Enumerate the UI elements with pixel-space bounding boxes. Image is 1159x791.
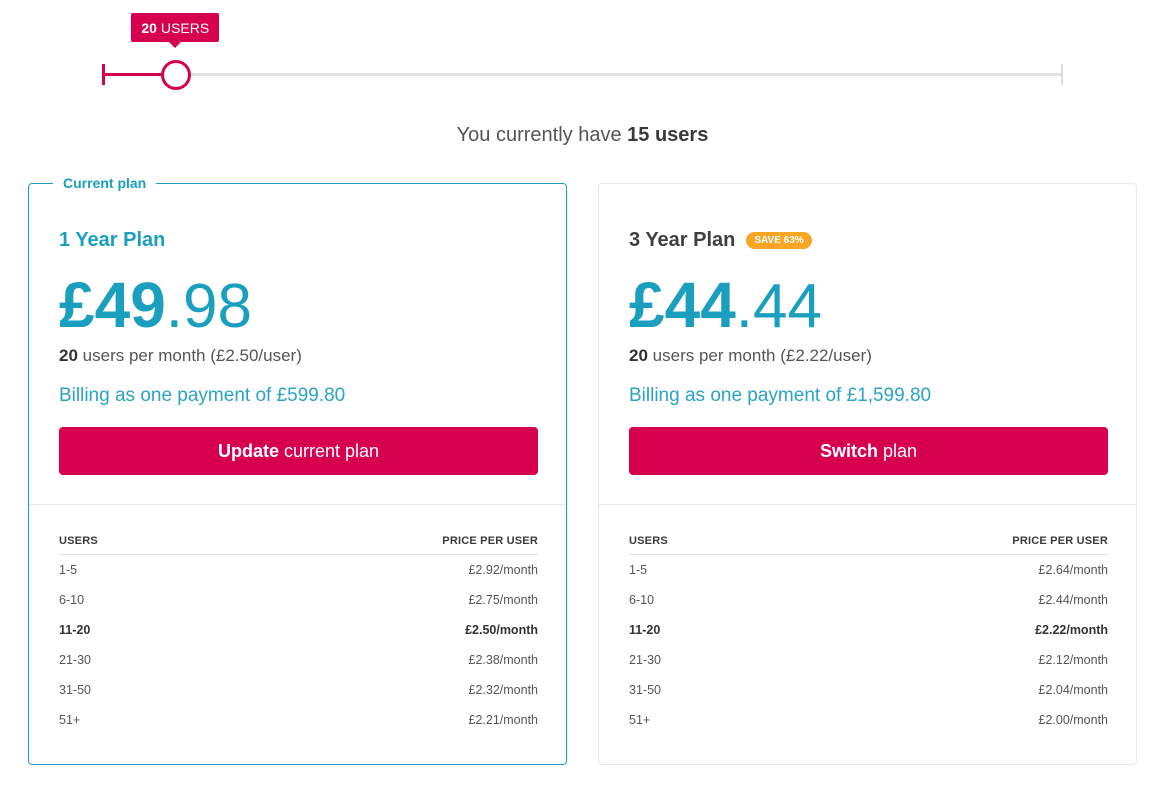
price-cents: 44 — [753, 272, 822, 341]
switch-plan-button[interactable]: Switch plan — [629, 427, 1108, 475]
users-count: 20 — [629, 346, 648, 365]
slider-value-tooltip: 20 USERS — [131, 13, 220, 48]
plan-card-1-year: Current plan 1 Year Plan £49.98 20 users… — [28, 174, 567, 765]
table-row: 21-30 £2.38/month — [59, 645, 538, 675]
tiers-header-price: PRICE PER USER — [1012, 535, 1108, 547]
tier-range: 21-30 — [59, 653, 91, 667]
tier-range: 21-30 — [629, 653, 661, 667]
current-users-text: You currently have 15 users — [0, 124, 1159, 147]
tier-price: £2.50/month — [465, 623, 538, 637]
save-badge: SAVE 63% — [746, 232, 812, 249]
tiers-header-users: USERS — [629, 535, 668, 547]
table-row: 51+ £2.00/month — [629, 705, 1108, 735]
plan-header: 3 Year Plan SAVE 63% — [629, 229, 812, 252]
billing-text: Billing as one payment of £599.80 — [59, 385, 346, 406]
tier-price: £2.32/month — [468, 683, 539, 697]
tier-price: £2.21/month — [468, 713, 539, 727]
table-row: 6-10 £2.75/month — [59, 585, 538, 615]
table-row: 1-5 £2.92/month — [59, 555, 538, 585]
table-row: 31-50 £2.32/month — [59, 675, 538, 705]
users-per-month: 20 users per month (£2.50/user) — [59, 346, 302, 366]
slider-max-tick — [1061, 64, 1063, 85]
tier-range: 31-50 — [59, 683, 91, 697]
user-count-slider[interactable]: 20 USERS — [0, 0, 1159, 110]
tier-range: 6-10 — [629, 593, 655, 607]
tier-price: £2.04/month — [1038, 683, 1109, 697]
current-plan-label: Current plan — [53, 174, 157, 192]
price-tiers-table: USERS PRICE PER USER 1-5 £2.64/month 6-1… — [629, 535, 1108, 735]
tiers-header-price: PRICE PER USER — [442, 535, 538, 547]
tier-range: 1-5 — [629, 563, 648, 577]
table-row: 6-10 £2.44/month — [629, 585, 1108, 615]
tier-range: 51+ — [629, 713, 651, 727]
table-row: 51+ £2.21/month — [59, 705, 538, 735]
users-count: 20 — [59, 346, 78, 365]
tier-range: 11-20 — [629, 623, 661, 637]
users-per-month-text: users per month (£2.22/user) — [652, 346, 872, 365]
slider-min-tick — [102, 64, 105, 85]
table-row: 21-30 £2.12/month — [629, 645, 1108, 675]
tier-range: 11-20 — [59, 623, 91, 637]
tier-price: £2.44/month — [1038, 593, 1109, 607]
tier-price: £2.75/month — [468, 593, 539, 607]
tiers-header: USERS PRICE PER USER — [629, 535, 1108, 555]
table-row-active: 11-20 £2.50/month — [59, 615, 538, 645]
slider-value: 20 — [141, 19, 157, 36]
users-per-month-text: users per month (£2.50/user) — [82, 346, 302, 365]
tier-range: 51+ — [59, 713, 81, 727]
price-cents: 98 — [183, 272, 252, 341]
button-label-bold: Switch — [819, 440, 878, 461]
update-current-plan-button[interactable]: Update current plan — [59, 427, 538, 475]
price-dot: . — [735, 272, 754, 341]
table-row-active: 11-20 £2.22/month — [629, 615, 1108, 645]
plan-name: 3 Year Plan — [629, 229, 736, 251]
current-users-prefix: You currently have — [456, 124, 622, 146]
price-tiers-table: USERS PRICE PER USER 1-5 £2.92/month 6-1… — [59, 535, 538, 735]
table-row: 31-50 £2.04/month — [629, 675, 1108, 705]
button-label-bold: Update — [217, 440, 279, 461]
button-label-rest: plan — [882, 440, 918, 461]
price-whole: £44 — [629, 269, 736, 341]
slider-track[interactable] — [103, 73, 1063, 76]
current-users-count: 15 users — [627, 124, 709, 146]
price-dot: . — [165, 272, 184, 341]
tiers-header-users: USERS — [59, 535, 98, 547]
tier-range: 31-50 — [629, 683, 661, 697]
slider-unit: USERS — [160, 19, 210, 36]
tier-price: £2.92/month — [468, 563, 539, 577]
button-label-rest: current plan — [283, 440, 380, 461]
table-row: 1-5 £2.64/month — [629, 555, 1108, 585]
tiers-header: USERS PRICE PER USER — [59, 535, 538, 555]
billing-text: Billing as one payment of £1,599.80 — [629, 385, 932, 406]
card-divider — [29, 504, 566, 505]
tier-range: 1-5 — [59, 563, 78, 577]
slider-thumb[interactable] — [161, 60, 192, 90]
tier-price: £2.00/month — [1038, 713, 1109, 727]
tier-price: £2.12/month — [1038, 653, 1109, 667]
plan-name: 1 Year Plan — [59, 229, 166, 251]
card-divider — [599, 504, 1136, 505]
plan-card-3-year: 3 Year Plan SAVE 63% £44.44 20 users per… — [598, 183, 1137, 765]
plan-header: 1 Year Plan — [59, 229, 165, 252]
users-per-month: 20 users per month (£2.22/user) — [629, 346, 872, 366]
tier-price: £2.64/month — [1038, 563, 1109, 577]
tier-price: £2.38/month — [468, 653, 539, 667]
price-whole: £49 — [59, 269, 166, 341]
tier-price: £2.22/month — [1035, 623, 1108, 637]
tier-range: 6-10 — [59, 593, 85, 607]
